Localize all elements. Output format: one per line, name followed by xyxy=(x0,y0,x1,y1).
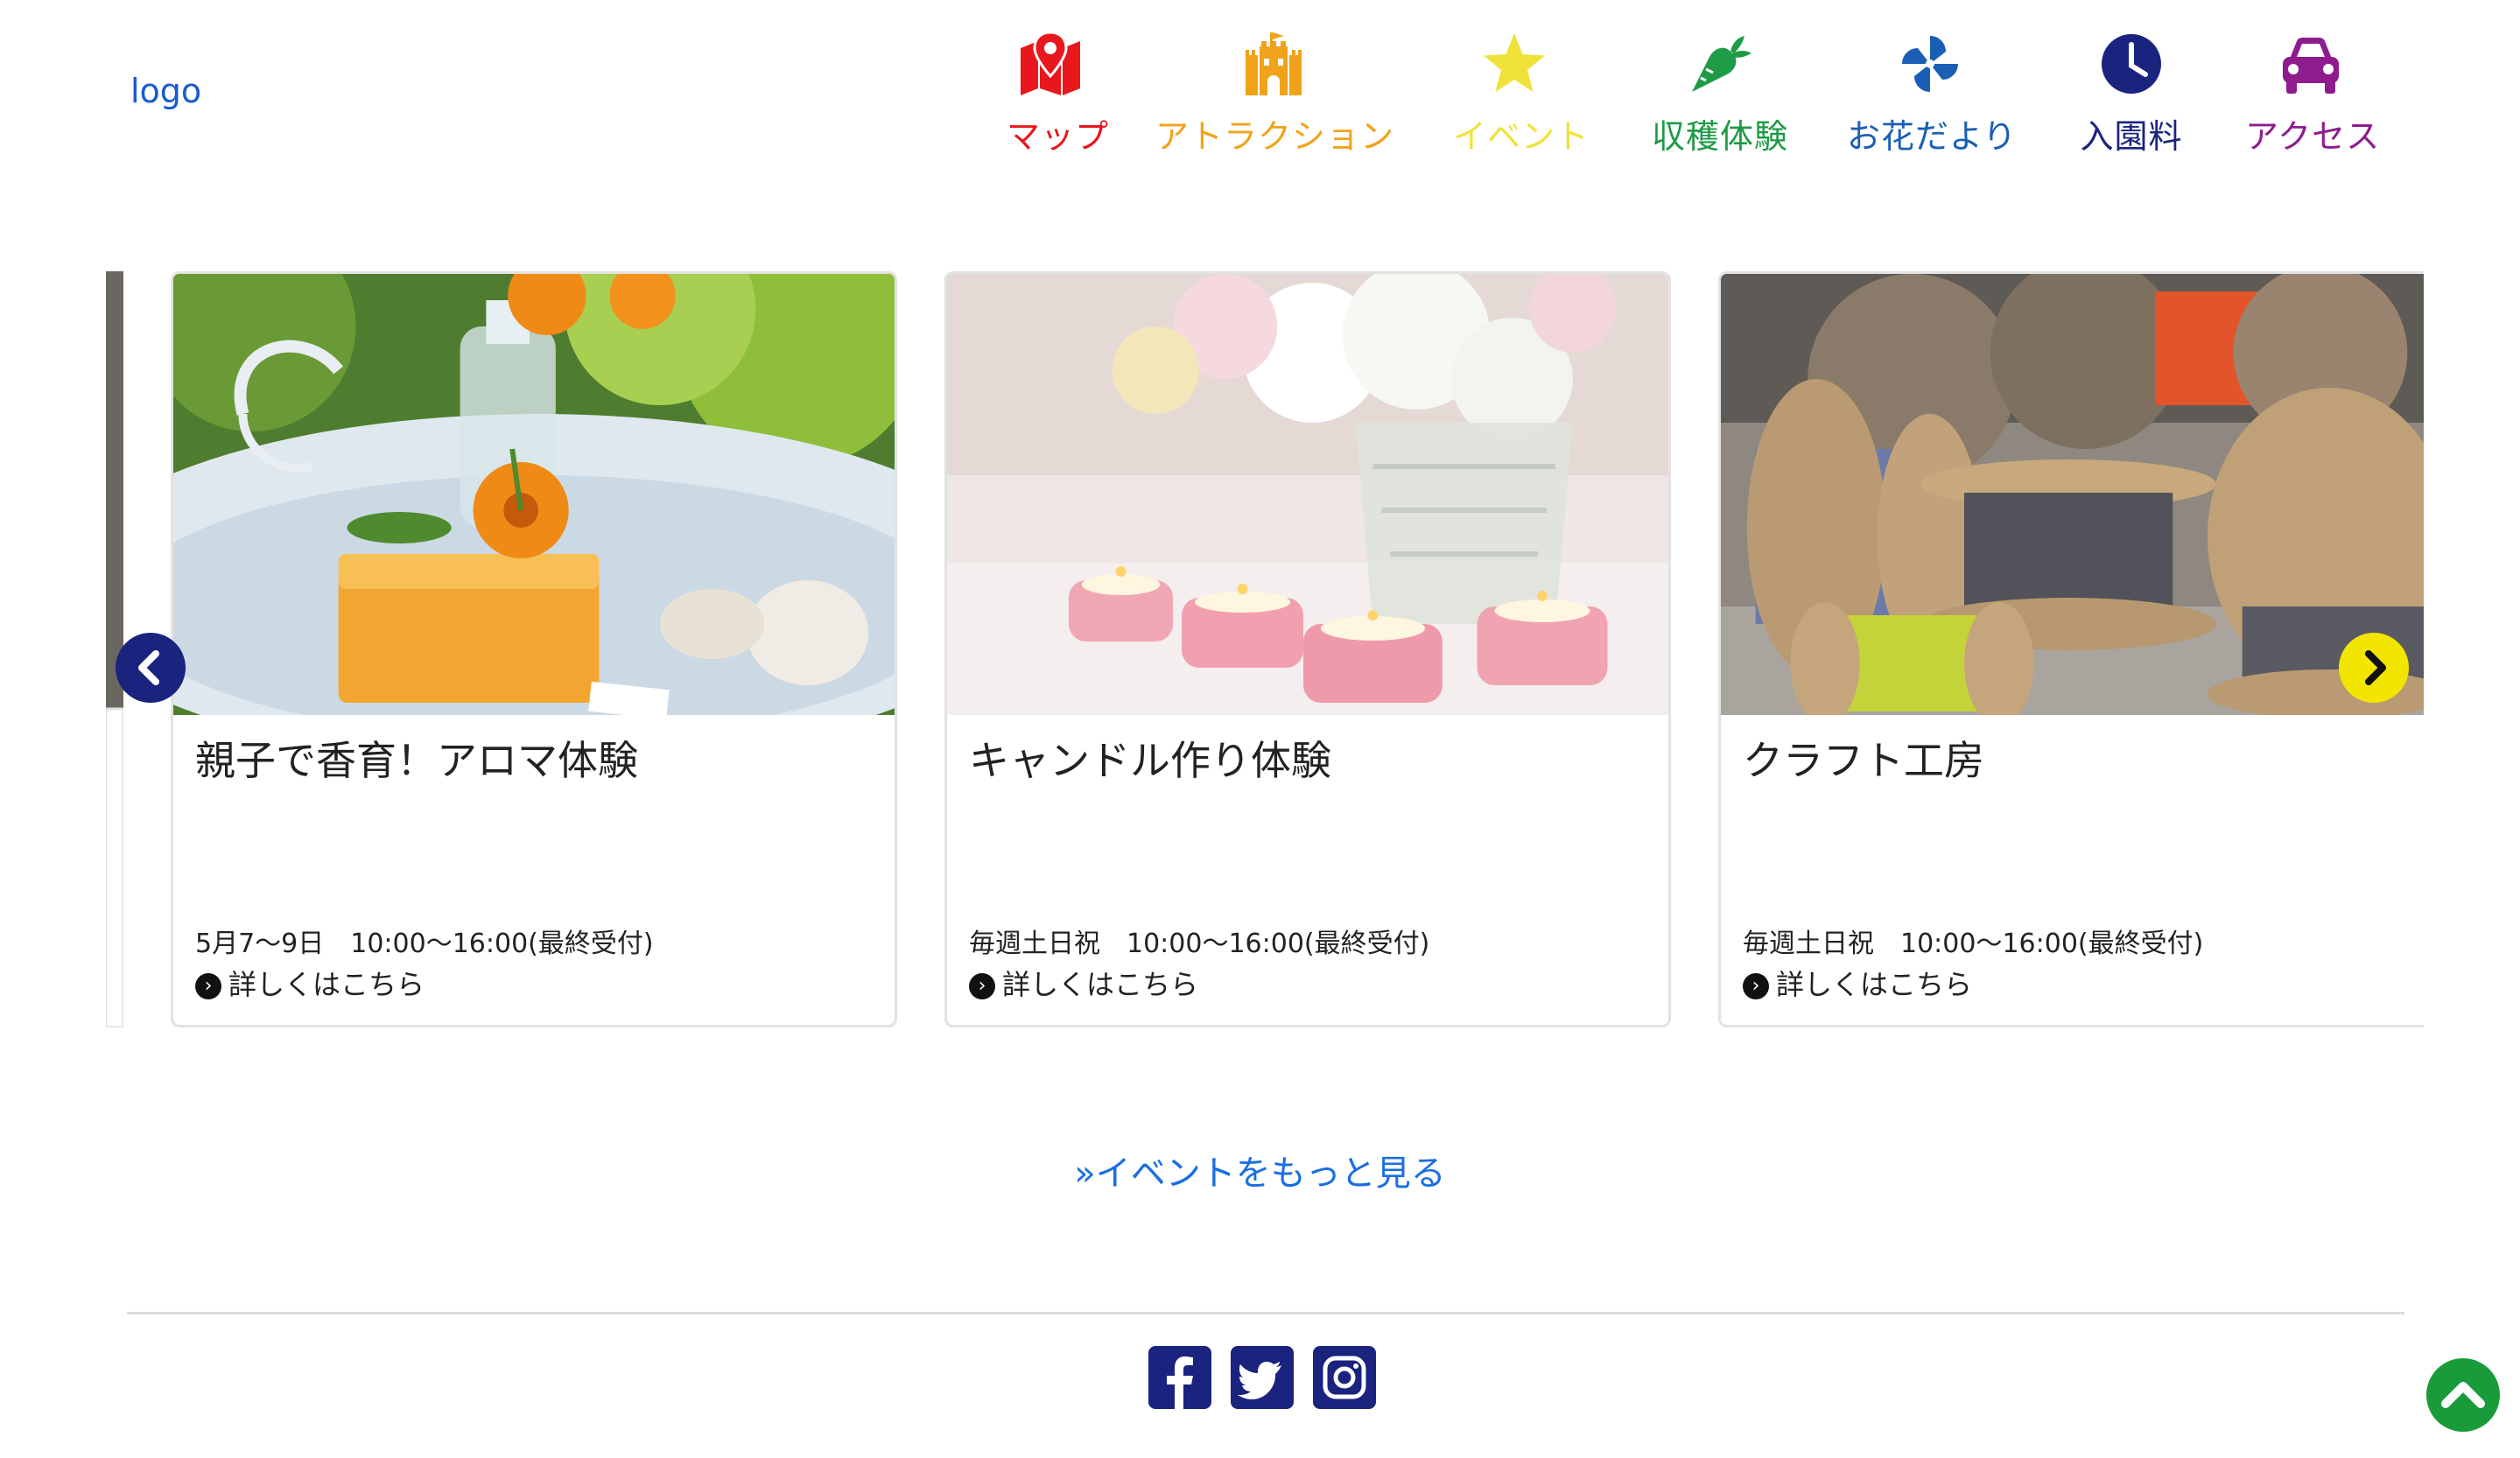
event-card[interactable]: 親子で香育！アロマ体験 5月7〜9日 10:00〜16:00(最終受付) › 詳し… xyxy=(171,271,897,1027)
nav-event[interactable]: イベント xyxy=(1453,31,1589,156)
clock-icon xyxy=(2102,34,2161,94)
chevron-right-icon xyxy=(2365,650,2386,685)
chevron-right-circle-icon: › xyxy=(969,973,995,999)
nav-admission-label: 入園料 xyxy=(2080,117,2183,156)
back-to-top-button[interactable] xyxy=(2426,1358,2500,1432)
event-date: 5月7〜9日 10:00〜16:00(最終受付) xyxy=(195,929,654,959)
event-date: 毎週土日祝 10:00〜16:00(最終受付) xyxy=(1743,929,2204,959)
chevron-up-icon xyxy=(2441,1382,2485,1408)
event-details-label: 詳しくはこちら xyxy=(228,968,425,1001)
twitter-icon xyxy=(1231,1346,1294,1409)
nav-map[interactable]: マップ xyxy=(1007,31,1108,156)
nav-admission[interactable]: 入園料 xyxy=(2079,31,2184,156)
footer-divider xyxy=(127,1312,2404,1314)
event-details-link[interactable]: › 詳しくはこちら xyxy=(1743,963,1972,1003)
event-details-label: 詳しくはこちら xyxy=(1776,968,1973,1001)
event-title: キャンドル作り体験 xyxy=(969,737,1331,784)
nav-harvest[interactable]: 収穫体験 xyxy=(1650,31,1790,156)
instagram-icon xyxy=(1313,1346,1376,1409)
nav-map-label: マップ xyxy=(1007,117,1110,156)
event-details-link[interactable]: › 詳しくはこちら xyxy=(195,963,425,1003)
twitter-link[interactable] xyxy=(1231,1346,1294,1409)
castle-icon xyxy=(1246,32,1302,95)
carousel-prev-button[interactable] xyxy=(116,633,186,703)
event-title: クラフト工房 xyxy=(1743,737,1984,784)
event-title: 親子で香育！アロマ体験 xyxy=(195,737,638,784)
chevron-left-icon xyxy=(138,650,159,685)
star-icon xyxy=(1484,33,1545,92)
event-details-link[interactable]: › 詳しくはこちら xyxy=(969,963,1198,1003)
chevron-right-circle-icon: › xyxy=(1743,973,1769,999)
event-carousel: 親子で香育！アロマ体験 5月7〜9日 10:00〜16:00(最終受付) › 詳し… xyxy=(0,271,2520,1041)
carousel-viewport: 親子で香育！アロマ体験 5月7〜9日 10:00〜16:00(最終受付) › 詳し… xyxy=(106,271,2424,1031)
car-icon xyxy=(2283,38,2339,94)
main-nav: マップ アトラクション イベント 収穫体験 お花だより 入園料 アクセス xyxy=(0,31,2520,156)
map-pin-icon xyxy=(1021,31,1080,95)
flower-vase-candles-photo xyxy=(947,274,1668,715)
chevron-right-circle-icon: › xyxy=(195,973,221,999)
event-card[interactable]: クラフト工房 毎週土日祝 10:00〜16:00(最終受付) › 詳しくはこちら xyxy=(1718,271,2424,1027)
facebook-link[interactable] xyxy=(1148,1346,1211,1409)
carrot-icon xyxy=(1692,36,1751,92)
cable-spools-photo xyxy=(1721,274,2424,715)
nav-flower-news-label: お花だより xyxy=(1847,117,2018,156)
nav-event-label: イベント xyxy=(1453,117,1590,156)
nav-harvest-label: 収穫体験 xyxy=(1651,117,1788,156)
nav-attraction[interactable]: アトラクション xyxy=(1155,31,1393,156)
nav-flower-news[interactable]: お花だより xyxy=(1847,31,2016,156)
instagram-link[interactable] xyxy=(1313,1346,1376,1409)
carousel-next-button[interactable] xyxy=(2339,633,2409,703)
pinwheel-icon xyxy=(1902,36,1958,92)
event-details-label: 詳しくはこちら xyxy=(1002,968,1199,1001)
nav-access[interactable]: アクセス xyxy=(2245,31,2379,156)
event-card[interactable]: キャンドル作り体験 毎週土日祝 10:00〜16:00(最終受付) › 詳しくはこ… xyxy=(944,271,1671,1027)
nav-access-label: アクセス xyxy=(2245,117,2381,156)
more-events-link[interactable]: »イベントをもっと見る xyxy=(0,1145,2520,1195)
facebook-icon xyxy=(1148,1346,1211,1409)
event-date: 毎週土日祝 10:00〜16:00(最終受付) xyxy=(969,929,1430,959)
nav-attraction-label: アトラクション xyxy=(1155,117,1395,156)
aroma-soap-flower-photo xyxy=(173,274,895,715)
